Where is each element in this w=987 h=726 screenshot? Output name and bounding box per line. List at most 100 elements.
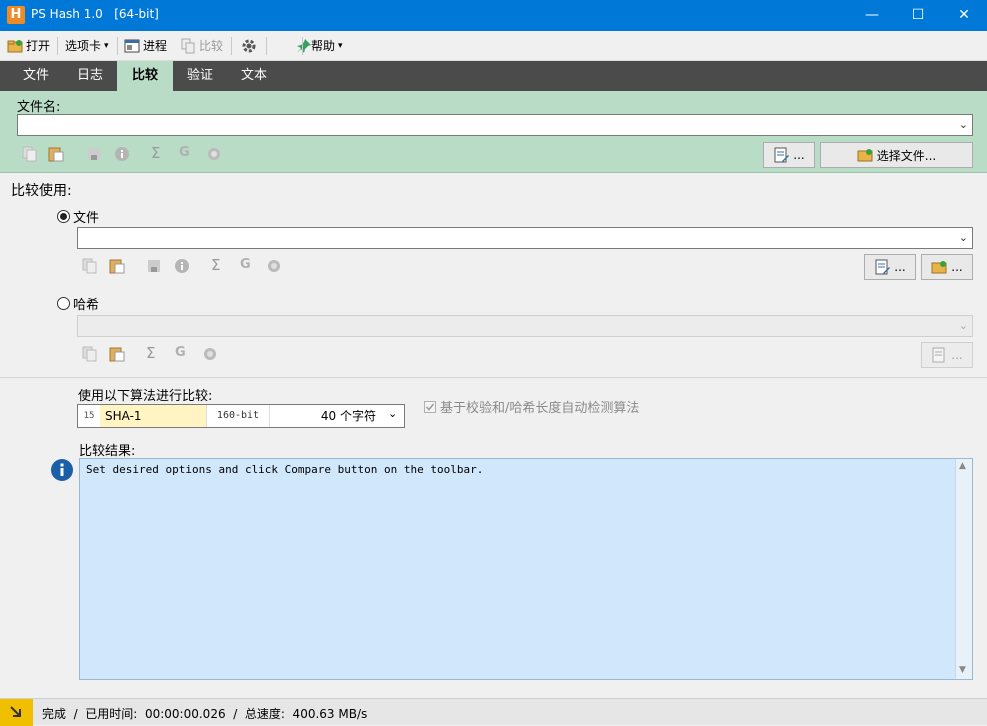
copy-icon[interactable] bbox=[82, 258, 98, 274]
chevron-down-icon: ⌄ bbox=[958, 319, 968, 332]
info-icon bbox=[51, 459, 73, 481]
algorithm-name: SHA-1 bbox=[100, 405, 206, 427]
chevron-down-icon: ▾ bbox=[338, 41, 343, 51]
save-icon[interactable] bbox=[146, 258, 162, 274]
tab-verify[interactable]: 验证 bbox=[175, 61, 225, 91]
file-action-icons: Σ G bbox=[22, 144, 222, 162]
save-icon[interactable] bbox=[86, 146, 102, 162]
open-folder-icon bbox=[7, 40, 23, 53]
compare-button[interactable]: 比较 bbox=[177, 35, 226, 57]
select-file-label: 选择文件... bbox=[876, 148, 937, 163]
paste-icon[interactable] bbox=[109, 258, 125, 274]
virustotal-icon[interactable] bbox=[202, 346, 218, 362]
results-textarea[interactable]: Set desired options and click Compare bu… bbox=[79, 458, 973, 680]
toolbar-separator bbox=[266, 37, 267, 55]
edit-button-label: ... bbox=[951, 348, 963, 362]
algorithm-label: 使用以下算法进行比较: bbox=[78, 389, 213, 404]
scroll-up-icon[interactable]: ▲ bbox=[959, 461, 966, 471]
open-folder-icon bbox=[931, 261, 947, 274]
algorithm-number: 15 bbox=[83, 411, 95, 421]
toolbar: 打开 选项卡 ▾ 进程 比较 帮助 ▾ bbox=[0, 31, 987, 61]
results-scrollbar[interactable]: ▲ ▼ bbox=[955, 459, 972, 679]
chevron-down-icon: ⌄ bbox=[388, 407, 398, 420]
compare-label: 比较 bbox=[199, 39, 224, 53]
app-icon: H bbox=[7, 6, 25, 24]
title-bar[interactable]: H PS Hash 1.0 [64-bit] — ☐ ✕ bbox=[0, 0, 987, 31]
tab-compare[interactable]: 比较 bbox=[117, 61, 173, 91]
file-name-combo[interactable]: ⌄ bbox=[17, 114, 973, 136]
compare-file-browse-button[interactable]: ... bbox=[921, 254, 973, 280]
file-radio-label: 文件 bbox=[73, 211, 100, 226]
results-label: 比较结果: bbox=[79, 444, 136, 459]
open-folder-icon bbox=[857, 149, 873, 162]
process-label: 进程 bbox=[143, 39, 168, 53]
compare-files-icon bbox=[181, 38, 195, 54]
google-icon[interactable]: G bbox=[179, 145, 190, 160]
edit-list-icon bbox=[932, 347, 945, 363]
algorithm-chars: 40 个字符 bbox=[320, 409, 376, 423]
results-text: Set desired options and click Compare bu… bbox=[86, 463, 484, 476]
edit-button-label: ... bbox=[793, 148, 805, 162]
algorithm-bits: 160-bit bbox=[206, 405, 270, 427]
hash-action-icons: Σ G bbox=[82, 344, 222, 362]
virustotal-icon[interactable] bbox=[206, 146, 222, 162]
toolbar-separator bbox=[57, 37, 58, 55]
info-icon[interactable] bbox=[174, 258, 190, 274]
status-icon[interactable] bbox=[0, 699, 33, 726]
tabs-menu-label: 选项卡 bbox=[65, 39, 102, 53]
close-button[interactable]: ✕ bbox=[941, 0, 987, 31]
tab-log[interactable]: 日志 bbox=[65, 61, 115, 91]
toolbar-separator bbox=[117, 37, 118, 55]
algorithm-select[interactable]: 15 SHA-1 160-bit 40 个字符 ⌄ bbox=[77, 404, 405, 428]
paste-icon[interactable] bbox=[48, 146, 64, 162]
open-button[interactable]: 打开 bbox=[4, 35, 53, 57]
info-icon[interactable] bbox=[114, 146, 130, 162]
compare-file-action-icons: Σ G bbox=[82, 256, 282, 274]
select-file-button[interactable]: 选择文件... bbox=[820, 142, 973, 168]
compare-file-combo[interactable]: ⌄ bbox=[77, 227, 973, 249]
auto-detect-checkbox[interactable] bbox=[424, 400, 436, 413]
tab-text[interactable]: 文本 bbox=[229, 61, 279, 91]
sum-icon[interactable]: Σ bbox=[151, 144, 160, 162]
scroll-down-icon[interactable]: ▼ bbox=[959, 665, 966, 675]
edit-button-label: ... bbox=[894, 260, 906, 274]
browse-button-label: ... bbox=[951, 260, 963, 274]
chevron-down-icon: ▾ bbox=[104, 41, 109, 51]
hash-radio-label: 哈希 bbox=[73, 298, 100, 313]
hash-value-combo[interactable]: ⌄ bbox=[77, 315, 973, 337]
arrow-down-right-icon bbox=[10, 706, 21, 717]
status-text: 完成 / 已用时间: 00:00:00.026 / 总速度: 400.63 MB… bbox=[42, 707, 368, 721]
open-label: 打开 bbox=[26, 39, 51, 53]
toolbar-separator bbox=[302, 37, 303, 55]
gear-icon[interactable] bbox=[241, 38, 257, 54]
google-icon[interactable]: G bbox=[175, 345, 186, 360]
help-button[interactable]: 帮助 ▾ bbox=[308, 35, 346, 57]
process-button[interactable]: 进程 bbox=[121, 35, 170, 57]
edit-list-icon bbox=[875, 259, 891, 275]
hash-edit-button[interactable]: ... bbox=[921, 342, 973, 368]
sum-icon[interactable]: Σ bbox=[211, 256, 220, 274]
chevron-down-icon: ⌄ bbox=[958, 118, 968, 131]
virustotal-icon[interactable] bbox=[266, 258, 282, 274]
tab-bar: 文件 日志 比较 验证 文本 bbox=[0, 61, 987, 91]
sum-icon[interactable]: Σ bbox=[146, 344, 155, 362]
tab-file[interactable]: 文件 bbox=[11, 61, 61, 91]
tabs-menu-button[interactable]: 选项卡 ▾ bbox=[62, 35, 112, 57]
file-radio[interactable] bbox=[57, 210, 70, 223]
file-radio-option[interactable]: 文件 bbox=[57, 207, 99, 226]
edit-button[interactable]: ... bbox=[763, 142, 815, 168]
chevron-down-icon: ⌄ bbox=[958, 231, 968, 244]
google-icon[interactable]: G bbox=[240, 257, 251, 272]
paste-icon[interactable] bbox=[109, 346, 125, 362]
copy-icon[interactable] bbox=[22, 146, 38, 162]
compare-file-edit-button[interactable]: ... bbox=[864, 254, 916, 280]
hash-radio[interactable] bbox=[57, 297, 70, 310]
auto-detect-option[interactable]: 基于校验和/哈希长度自动检测算法 bbox=[424, 397, 639, 416]
maximize-button[interactable]: ☐ bbox=[895, 0, 941, 31]
copy-icon[interactable] bbox=[82, 346, 98, 362]
file-name-label: 文件名: bbox=[17, 100, 61, 115]
window-title: PS Hash 1.0 [64-bit] bbox=[31, 7, 159, 21]
hash-radio-option[interactable]: 哈希 bbox=[57, 294, 99, 313]
process-window-icon bbox=[124, 39, 140, 53]
minimize-button[interactable]: — bbox=[849, 0, 895, 31]
